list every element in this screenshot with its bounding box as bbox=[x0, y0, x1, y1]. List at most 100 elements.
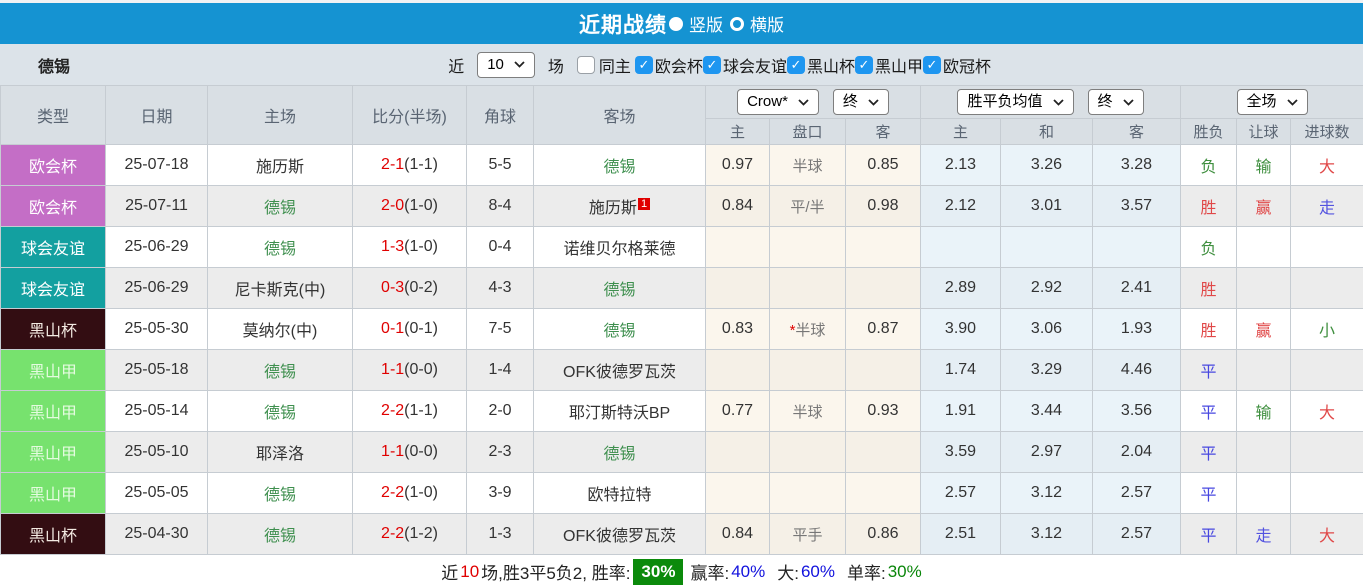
avg-away: 2.04 bbox=[1093, 432, 1181, 473]
result-goals bbox=[1291, 268, 1363, 309]
radio-selected-icon[interactable] bbox=[669, 17, 683, 31]
score: 1-3(1-0) bbox=[353, 227, 467, 268]
handicap: 平/半 bbox=[770, 186, 846, 227]
sub-header-result-handicap: 让球 bbox=[1237, 119, 1291, 145]
away-team: 德锡 bbox=[534, 145, 706, 186]
score: 0-1(0-1) bbox=[353, 309, 467, 350]
avg-home: 2.13 bbox=[921, 145, 1001, 186]
corners: 1-4 bbox=[467, 350, 534, 391]
competition-filter-label: 球会友谊 bbox=[723, 53, 787, 77]
col-header-date: 日期 bbox=[106, 86, 208, 145]
bookmaker-stage-select[interactable]: 终 bbox=[833, 89, 889, 115]
competition-filter[interactable]: ✓黑山杯 bbox=[787, 53, 855, 77]
odds-away bbox=[846, 350, 921, 391]
full-time-score: 2-0 bbox=[381, 197, 404, 214]
handicap: *半球 bbox=[770, 309, 846, 350]
sub-header-avg-draw: 和 bbox=[1001, 119, 1093, 145]
avg-away: 3.28 bbox=[1093, 145, 1181, 186]
avg-away: 4.46 bbox=[1093, 350, 1181, 391]
radio-vertical-layout[interactable]: 竖版 bbox=[669, 11, 723, 36]
match-type-badge: 黑山甲 bbox=[1, 432, 106, 473]
match-type-badge: 黑山甲 bbox=[1, 391, 106, 432]
avg-away: 2.41 bbox=[1093, 268, 1181, 309]
checkbox-checked-icon[interactable]: ✓ bbox=[787, 56, 805, 74]
table-row: 欧会杯 25-07-11 德锡 2-0(1-0) 8-4 施历斯1 0.84 平… bbox=[1, 186, 1363, 227]
home-team: 莫纳尔(中) bbox=[208, 309, 353, 350]
match-date: 25-05-05 bbox=[106, 473, 208, 514]
home-team: 德锡 bbox=[208, 186, 353, 227]
col-header-away: 客场 bbox=[534, 86, 706, 145]
odds-away bbox=[846, 268, 921, 309]
handicap bbox=[770, 350, 846, 391]
result-wdl: 负 bbox=[1181, 227, 1237, 268]
sub-header-avg-home: 主 bbox=[921, 119, 1001, 145]
match-type-badge: 黑山甲 bbox=[1, 350, 106, 391]
odds-away: 0.87 bbox=[846, 309, 921, 350]
table-row: 球会友谊 25-06-29 尼卡斯克(中) 0-3(0-2) 4-3 德锡 2.… bbox=[1, 268, 1363, 309]
radio-horizontal-label: 横版 bbox=[750, 11, 784, 36]
handicap: 半球 bbox=[770, 145, 846, 186]
odds-home: 0.83 bbox=[706, 309, 770, 350]
avg-home: 1.74 bbox=[921, 350, 1001, 391]
score: 1-1(0-0) bbox=[353, 432, 467, 473]
table-row: 欧会杯 25-07-18 施历斯 2-1(1-1) 5-5 德锡 0.97 半球… bbox=[1, 145, 1363, 186]
competition-filter[interactable]: ✓球会友谊 bbox=[703, 53, 787, 77]
full-time-score: 1-1 bbox=[381, 443, 404, 460]
full-time-score: 2-2 bbox=[381, 402, 404, 419]
half-time-score: (1-1) bbox=[404, 402, 438, 419]
recent-count-select[interactable]: 10 bbox=[477, 52, 535, 78]
radio-horizontal-layout[interactable]: 横版 bbox=[730, 11, 784, 36]
avg-draw: 3.12 bbox=[1001, 514, 1093, 555]
home-team: 德锡 bbox=[208, 227, 353, 268]
avg-away: 1.93 bbox=[1093, 309, 1181, 350]
bookmaker-header-group: Crow* 终 bbox=[706, 86, 921, 119]
competition-filter[interactable]: ✓欧会杯 bbox=[635, 53, 703, 77]
result-handicap: 输 bbox=[1237, 145, 1291, 186]
checkbox-checked-icon[interactable]: ✓ bbox=[703, 56, 721, 74]
recent-count-value: 10 bbox=[487, 56, 504, 74]
result-goals bbox=[1291, 350, 1363, 391]
sub-header-avg-away: 客 bbox=[1093, 119, 1181, 145]
score: 2-1(1-1) bbox=[353, 145, 467, 186]
checkbox-checked-icon[interactable]: ✓ bbox=[635, 56, 653, 74]
summary-footer: 近10场,胜3平5负2, 胜率: 30% 赢率:40% 大:60% 单率:30% bbox=[0, 555, 1363, 588]
summary-prefix: 近 bbox=[441, 559, 458, 584]
avg-home: 2.51 bbox=[921, 514, 1001, 555]
odds-home bbox=[706, 473, 770, 514]
competition-filter-label: 黑山杯 bbox=[807, 53, 855, 77]
odds-home bbox=[706, 432, 770, 473]
chevron-down-icon bbox=[514, 61, 525, 68]
odds-away bbox=[846, 473, 921, 514]
full-time-score: 2-2 bbox=[381, 525, 404, 542]
result-handicap: 输 bbox=[1237, 391, 1291, 432]
same-home-checkbox[interactable] bbox=[577, 56, 595, 74]
match-type-badge: 黑山杯 bbox=[1, 309, 106, 350]
competition-filter[interactable]: ✓黑山甲 bbox=[855, 53, 923, 77]
full-time-score: 0-3 bbox=[381, 279, 404, 296]
filter-bar: 德锡 近 10 场 同主 ✓欧会杯✓球会友谊✓黑山杯✓黑山甲✓欧冠杯 bbox=[0, 44, 1363, 85]
checkbox-checked-icon[interactable]: ✓ bbox=[855, 56, 873, 74]
handicap bbox=[770, 432, 846, 473]
average-select[interactable]: 胜平负均值 bbox=[957, 89, 1073, 115]
home-team: 尼卡斯克(中) bbox=[208, 268, 353, 309]
table-row: 黑山杯 25-05-30 莫纳尔(中) 0-1(0-1) 7-5 德锡 0.83… bbox=[1, 309, 1363, 350]
competition-filter-label: 欧会杯 bbox=[655, 53, 703, 77]
competition-filter[interactable]: ✓欧冠杯 bbox=[923, 53, 991, 77]
scope-select[interactable]: 全场 bbox=[1237, 89, 1308, 115]
score: 2-2(1-2) bbox=[353, 514, 467, 555]
radio-unselected-icon[interactable] bbox=[730, 17, 744, 31]
avg-away: 3.56 bbox=[1093, 391, 1181, 432]
full-time-score: 1-1 bbox=[381, 361, 404, 378]
avg-home: 3.59 bbox=[921, 432, 1001, 473]
full-time-score: 2-1 bbox=[381, 156, 404, 173]
bookmaker-select[interactable]: Crow* bbox=[737, 89, 819, 115]
result-goals bbox=[1291, 473, 1363, 514]
result-goals bbox=[1291, 227, 1363, 268]
match-date: 25-05-14 bbox=[106, 391, 208, 432]
home-team: 德锡 bbox=[208, 473, 353, 514]
checkbox-checked-icon[interactable]: ✓ bbox=[923, 56, 941, 74]
results-table: 类型 日期 主场 比分(半场) 角球 客场 Crow* 终 bbox=[0, 85, 1363, 555]
average-stage-select[interactable]: 终 bbox=[1088, 89, 1144, 115]
odds-away: 0.86 bbox=[846, 514, 921, 555]
odds-home: 0.97 bbox=[706, 145, 770, 186]
